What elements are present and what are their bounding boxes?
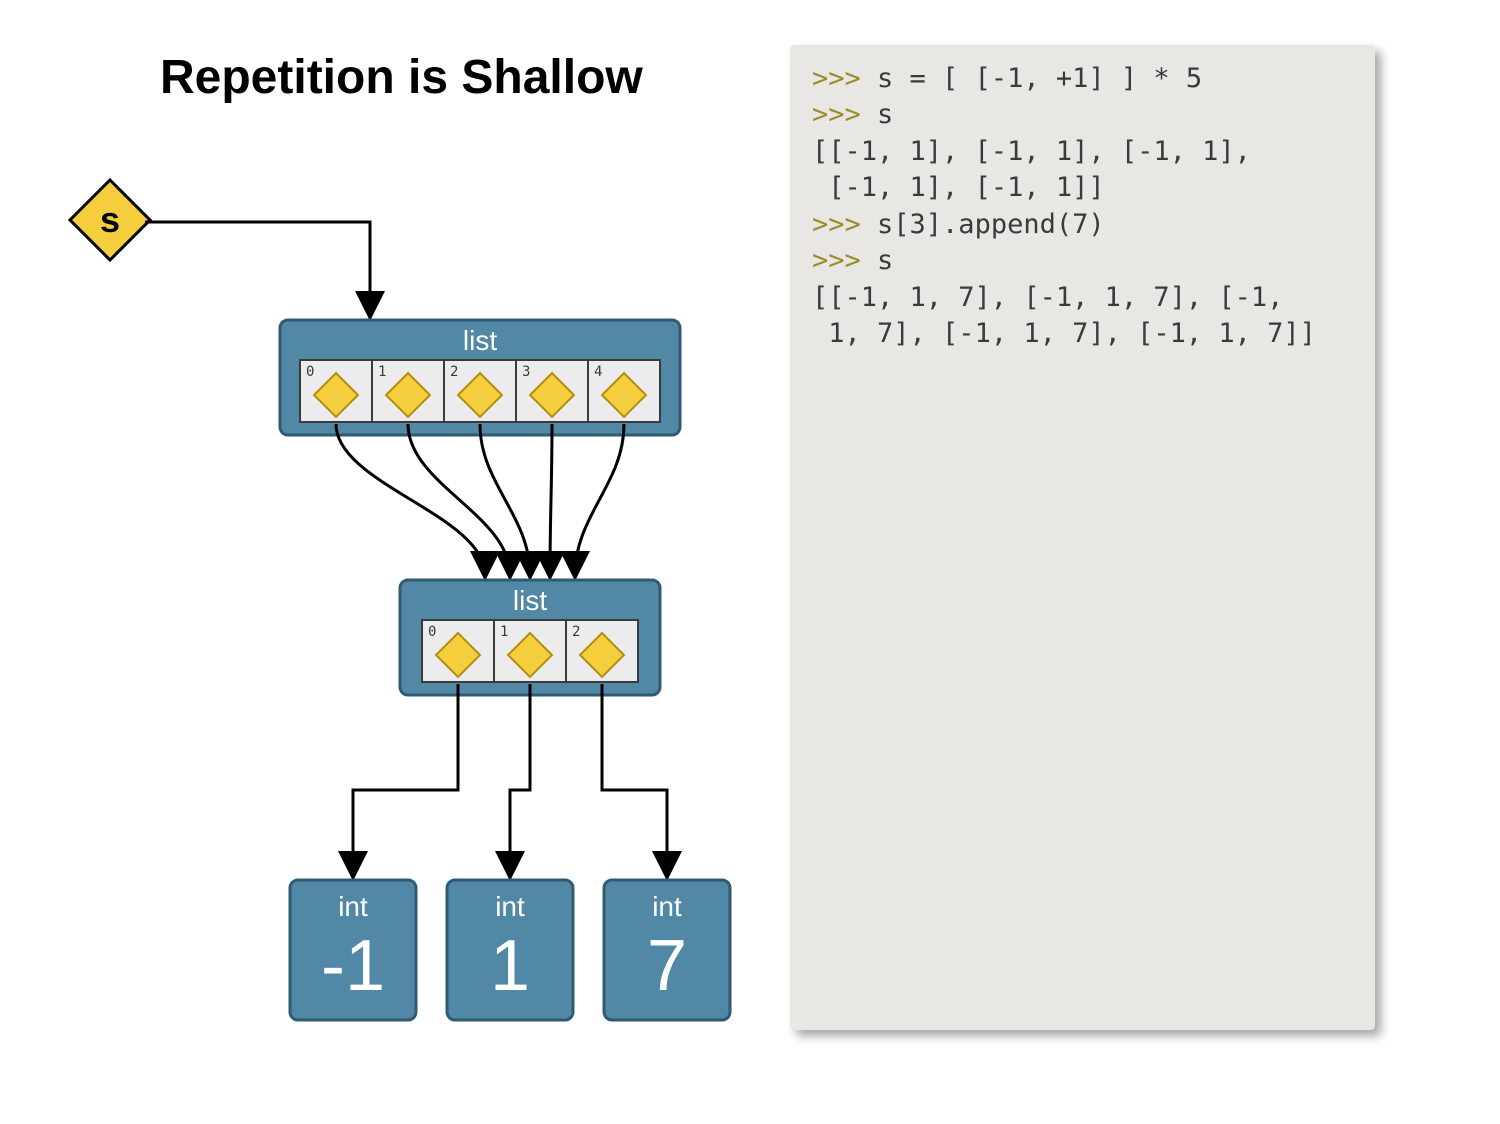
arrow: [602, 684, 667, 875]
arrow: [510, 684, 530, 875]
cell-index: 2: [450, 364, 458, 380]
arrow: [575, 424, 624, 575]
cell-index: 3: [522, 364, 530, 380]
diagram-area: s list 0 1 2 3 4 list 0 1 2 int -1 int 1 int 7: [40, 170, 770, 1100]
inner-list-cells: 0 1 2: [422, 620, 638, 682]
variable-s-diamond: s: [70, 180, 150, 260]
page-title: Repetition is Shallow: [160, 50, 643, 105]
int-type-label: int: [652, 891, 682, 922]
variable-s-label: s: [100, 199, 120, 240]
cell-index: 1: [500, 624, 508, 640]
int-value: -1: [321, 926, 385, 1006]
outer-list-box: list 0 1 2 3 4: [280, 320, 680, 435]
inner-list-label: list: [513, 585, 547, 616]
outer-list-label: list: [463, 325, 497, 356]
arrow: [408, 424, 510, 575]
int-value: 1: [490, 926, 530, 1006]
arrow-s-to-outer: [145, 222, 370, 315]
cell-index: 0: [428, 624, 436, 640]
arrow: [550, 424, 552, 575]
arrows-outer-to-inner: [336, 424, 624, 575]
cell-index: 0: [306, 364, 314, 380]
inner-list-box: list 0 1 2: [400, 580, 660, 695]
repl-panel: >>> s = [ [-1, +1] ] * 5>>> s[[-1, 1], […: [790, 45, 1375, 1030]
arrow: [336, 424, 485, 575]
int-value: 7: [647, 926, 687, 1006]
int-boxes: int -1 int 1 int 7: [290, 880, 730, 1020]
int-type-label: int: [338, 891, 368, 922]
outer-list-cells: 0 1 2 3 4: [300, 360, 660, 422]
cell-index: 1: [378, 364, 386, 380]
cell-index: 4: [594, 364, 602, 380]
int-type-label: int: [495, 891, 525, 922]
arrow: [353, 684, 458, 875]
arrows-inner-to-ints: [353, 684, 667, 875]
cell-index: 2: [572, 624, 580, 640]
